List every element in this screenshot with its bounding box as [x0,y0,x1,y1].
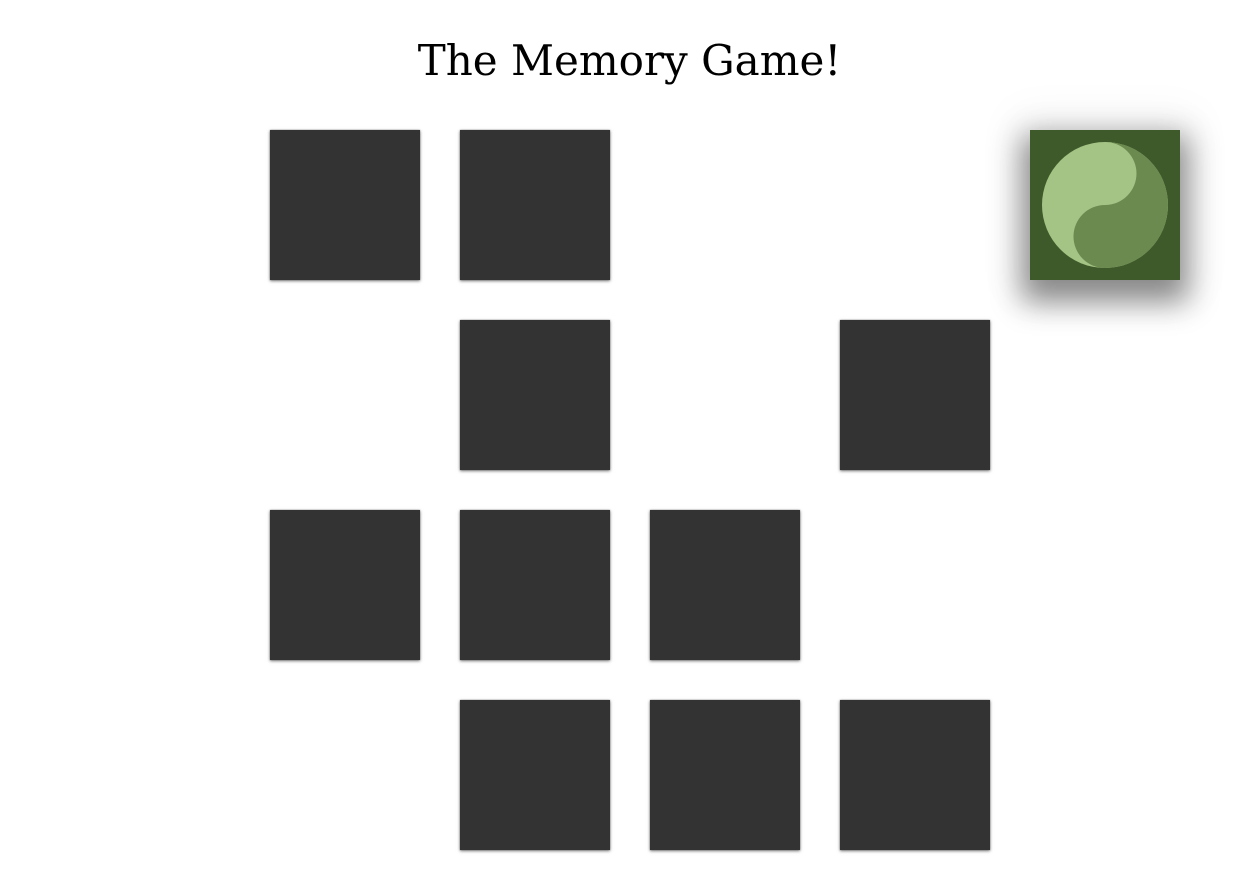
yin-yang-icon [1042,142,1168,268]
card-facedown[interactable] [650,700,800,850]
card-facedown[interactable] [270,510,420,660]
card-facedown[interactable] [840,320,990,470]
card-facedown[interactable] [270,130,420,280]
card-facedown[interactable] [460,130,610,280]
card-facedown[interactable] [460,700,610,850]
card-facedown[interactable] [840,700,990,850]
card-facedown[interactable] [460,510,610,660]
card-facedown[interactable] [460,320,610,470]
card-facedown[interactable] [650,510,800,660]
card-faceup[interactable] [1030,130,1180,280]
game-title: The Memory Game! [417,36,842,85]
card-board [270,130,1180,850]
